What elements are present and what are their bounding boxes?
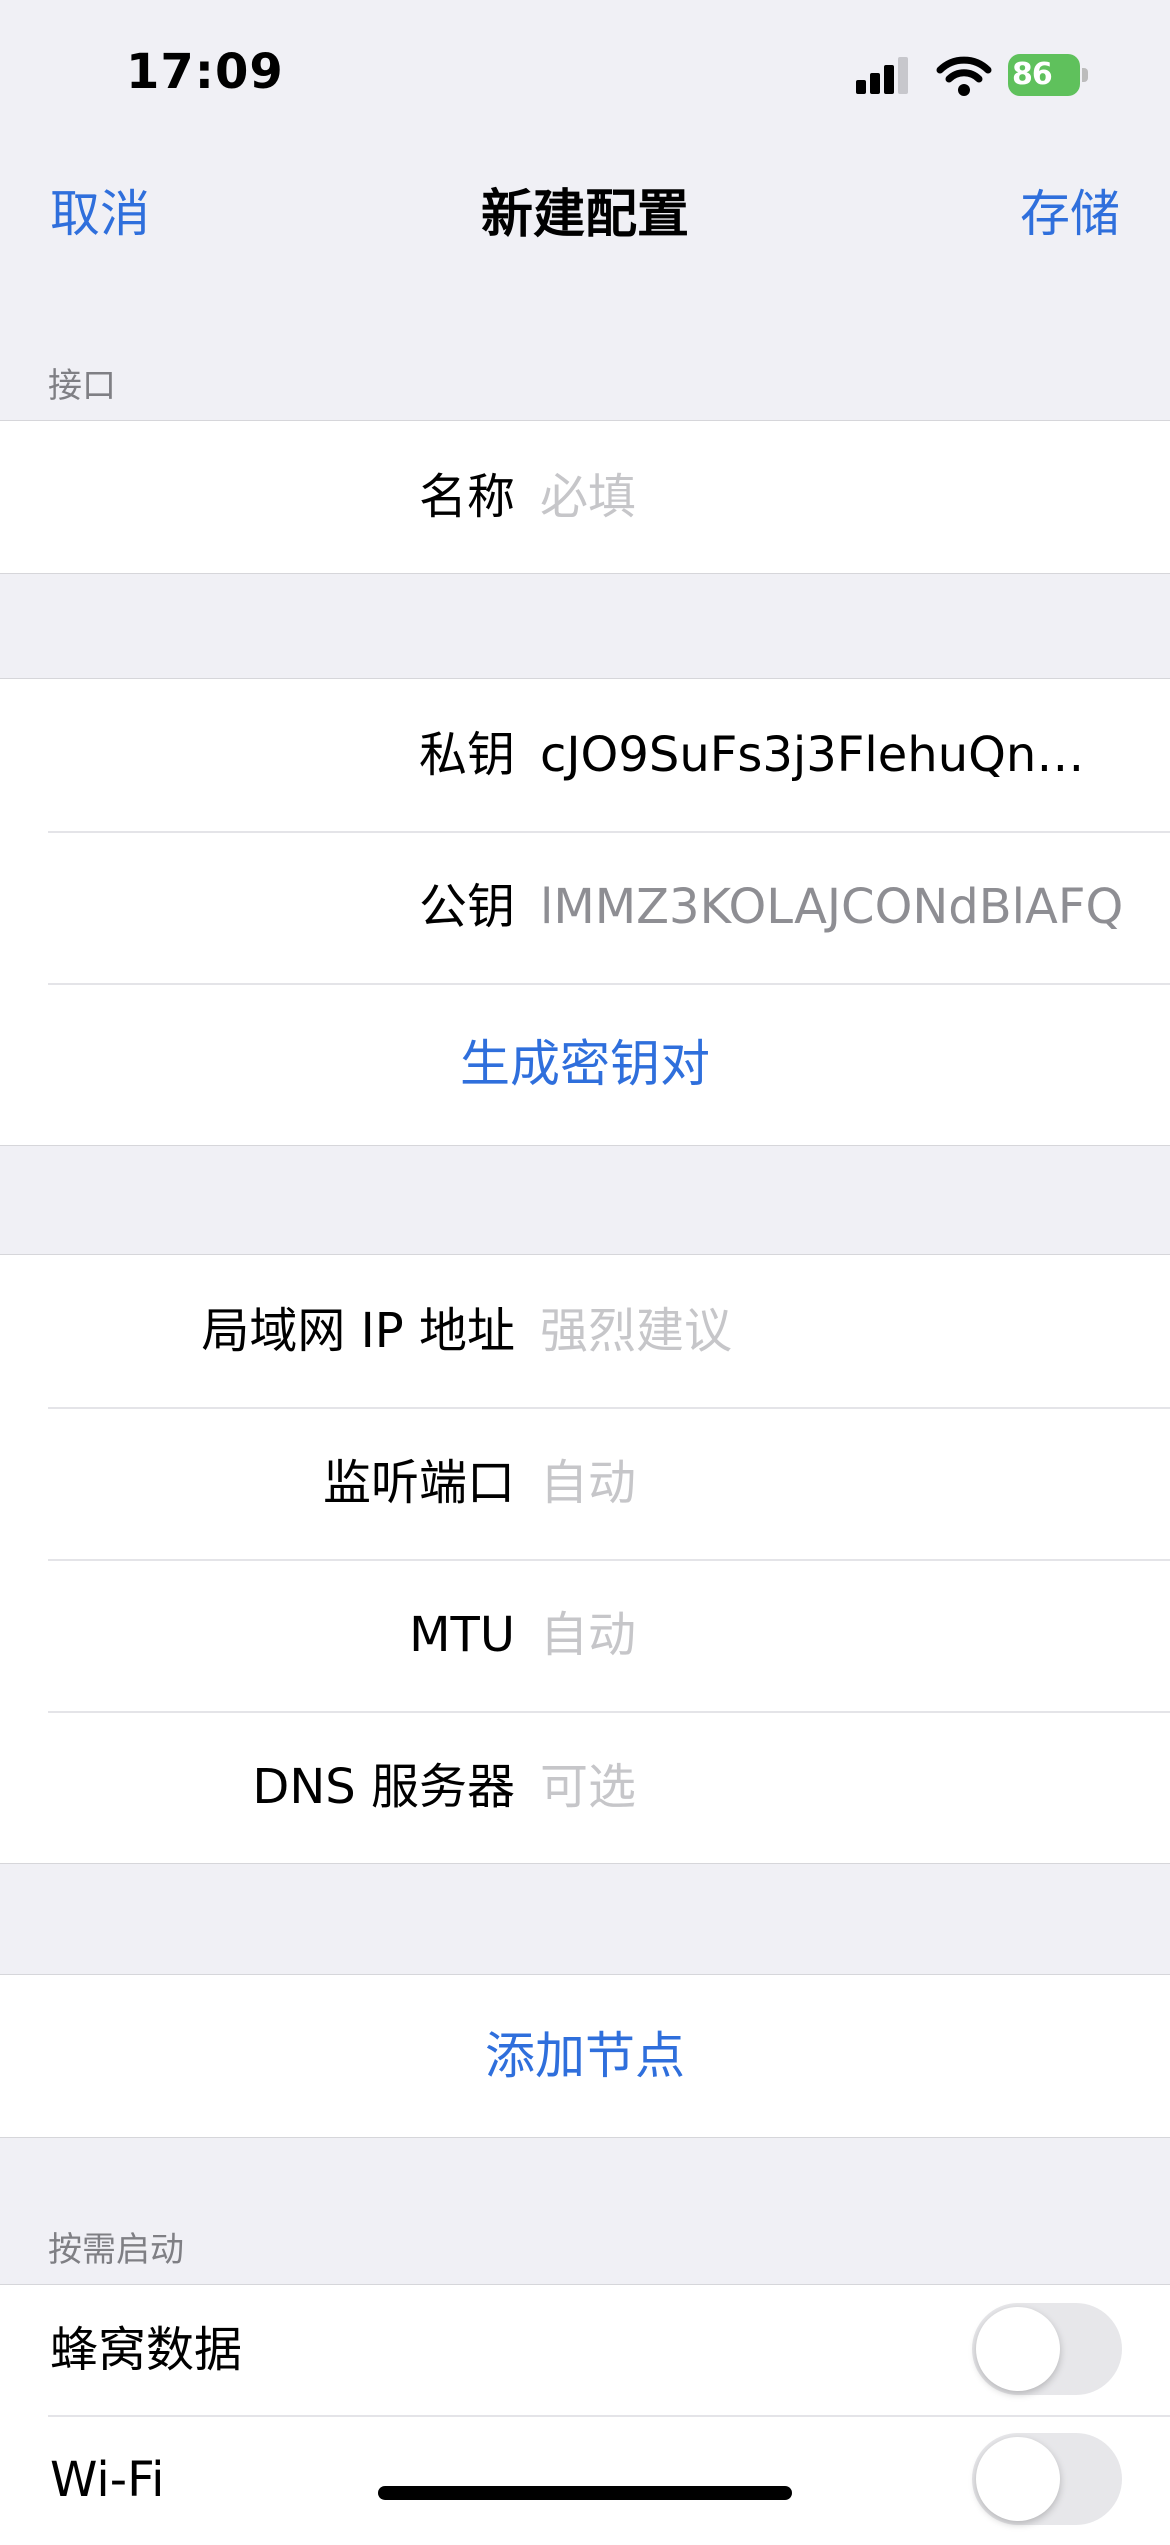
cellular-row: 蜂窝数据: [0, 2285, 1170, 2415]
listen-port-row[interactable]: 监听端口 自动: [0, 1407, 1170, 1559]
section-header-on-demand: 按需启动: [48, 2230, 184, 2270]
wifi-icon: [936, 56, 992, 96]
add-peer-group: 添加节点: [0, 1974, 1170, 2138]
cellular-label: 蜂窝数据: [50, 2322, 243, 2378]
toggle-knob: [976, 2437, 1060, 2521]
addresses-input[interactable]: 强烈建议: [540, 1255, 1120, 1407]
page-title: 新建配置: [480, 185, 689, 245]
private-key-row[interactable]: 私钥 cJO9SuFs3j3FlehuQn+5...: [0, 679, 1170, 831]
listen-port-label: 监听端口: [322, 1455, 515, 1511]
save-button[interactable]: 存储: [1020, 174, 1120, 246]
private-key-label: 私钥: [418, 727, 515, 783]
mtu-input[interactable]: 自动: [540, 1559, 1120, 1711]
dns-row[interactable]: DNS 服务器 可选: [0, 1711, 1170, 1863]
cellular-toggle[interactable]: [972, 2303, 1122, 2395]
wifi-label: Wi-Fi: [50, 2452, 165, 2508]
network-group: 局域网 IP 地址 强烈建议 监听端口 自动 MTU 自动 DNS 服务器 可选: [0, 1254, 1170, 1864]
addresses-row[interactable]: 局域网 IP 地址 强烈建议: [0, 1255, 1170, 1407]
wifi-toggle[interactable]: [972, 2433, 1122, 2525]
generate-keypair-button[interactable]: 生成密钥对: [0, 983, 1170, 1145]
dns-input[interactable]: 可选: [540, 1711, 1120, 1863]
name-group: 名称 必填: [0, 420, 1170, 574]
dns-label: DNS 服务器: [252, 1759, 515, 1815]
listen-port-input[interactable]: 自动: [540, 1407, 1120, 1559]
mtu-label: MTU: [409, 1607, 515, 1663]
add-peer-button[interactable]: 添加节点: [0, 1975, 1170, 2137]
battery-level: 86: [1012, 57, 1053, 92]
name-row[interactable]: 名称 必填: [0, 421, 1170, 573]
name-input[interactable]: 必填: [540, 421, 1120, 573]
status-time: 17:09: [126, 44, 284, 100]
public-key-value: lMMZ3KOLAJCONdBlAFQv: [540, 879, 1122, 935]
generate-keypair-row[interactable]: 生成密钥对: [0, 983, 1170, 1145]
name-label: 名称: [418, 469, 515, 525]
public-key-row: 公钥 lMMZ3KOLAJCONdBlAFQv: [0, 831, 1170, 983]
cellular-signal-icon: [856, 57, 908, 94]
on-demand-group: 蜂窝数据 Wi-Fi: [0, 2284, 1170, 2545]
public-key-label: 公钥: [418, 879, 515, 935]
keys-group: 私钥 cJO9SuFs3j3FlehuQn+5... 公钥 lMMZ3KOLAJ…: [0, 678, 1170, 1146]
addresses-label: 局域网 IP 地址: [201, 1303, 515, 1359]
add-peer-row[interactable]: 添加节点: [0, 1975, 1170, 2137]
battery-icon: 86: [1008, 54, 1088, 98]
section-header-interface: 接口: [48, 366, 116, 406]
private-key-field[interactable]: cJO9SuFs3j3FlehuQn+5...: [540, 679, 1120, 831]
home-indicator: [378, 2486, 792, 2500]
wifi-row: Wi-Fi: [0, 2415, 1170, 2545]
toggle-knob: [976, 2307, 1060, 2391]
mtu-row[interactable]: MTU 自动: [0, 1559, 1170, 1711]
